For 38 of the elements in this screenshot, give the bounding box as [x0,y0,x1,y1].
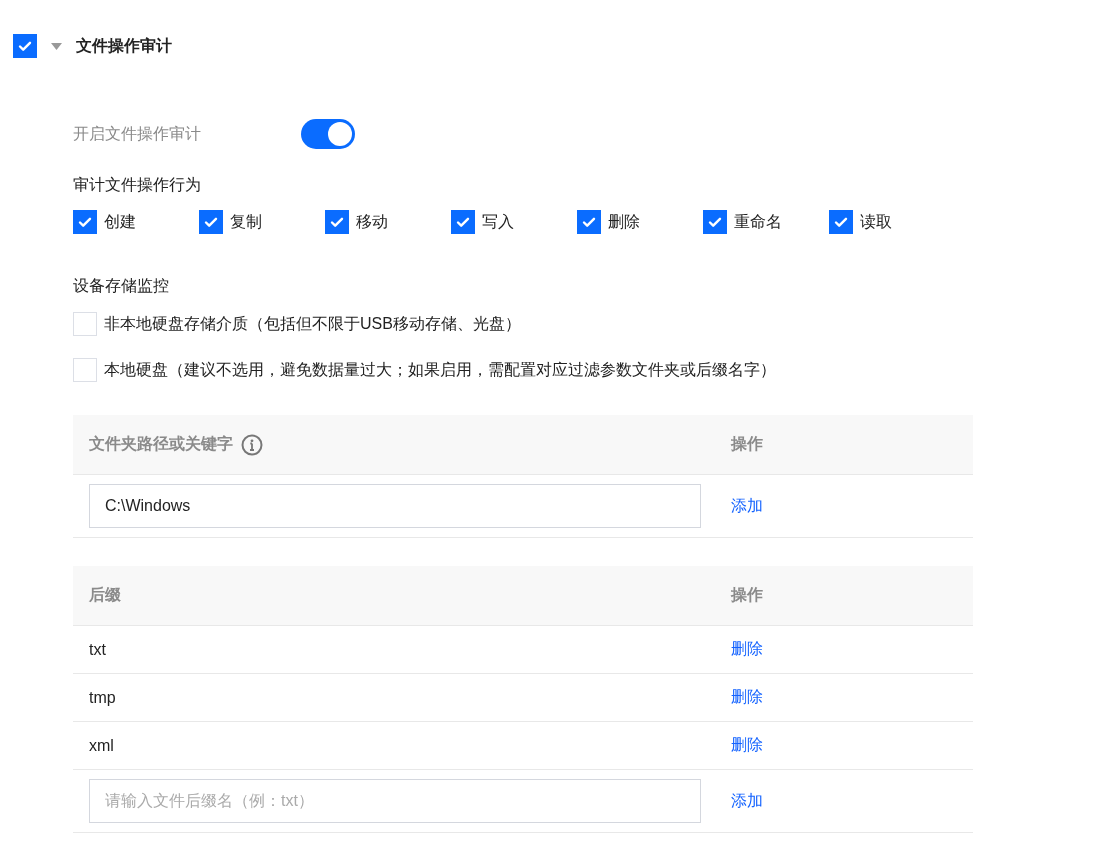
section-title: 文件操作审计 [76,35,172,56]
checkbox[interactable] [829,210,853,234]
group-title: 设备存储监控 [73,276,170,296]
checkbox[interactable] [73,210,97,234]
checkbox[interactable] [577,210,601,234]
checkbox[interactable] [199,210,223,234]
checkbox[interactable] [451,210,475,234]
column-header: 操作 [731,435,763,452]
add-link[interactable]: 添加 [731,496,763,514]
checkbox-label: 移动 [356,211,388,232]
column-header: 后缀 [89,586,121,603]
caret-down-icon[interactable] [51,42,62,50]
input-field[interactable]: 请输入文件后缀名（例：txt） [89,779,701,823]
group-title: 审计文件操作行为 [73,175,202,195]
toggle-label: 开启文件操作审计 [73,123,202,144]
add-link[interactable]: 添加 [731,791,763,809]
checkbox[interactable] [703,210,727,234]
checkbox-label: 本地硬盘（建议不选用，避免数据量过大；如果启用，需配置对应过滤参数文件夹或后缀名字） [104,359,776,380]
suffix-text: xml [89,736,114,754]
input-field[interactable]: C:\Windows [89,484,701,528]
checkbox-label: 重命名 [734,211,782,232]
checkbox[interactable] [325,210,349,234]
checkbox-label: 写入 [482,211,514,232]
checkbox[interactable] [13,34,37,58]
checkbox-label: 复制 [230,211,262,232]
toggle-switch[interactable] [301,119,355,149]
delete-link[interactable]: 删除 [731,640,763,657]
checkbox-label: 读取 [860,211,892,232]
column-header: 文件夹路径或关键字 [89,434,233,454]
info-icon[interactable] [241,433,263,456]
delete-link[interactable]: 删除 [731,688,763,705]
checkbox-label: 非本地硬盘存储介质（包括但不限于USB移动存储、光盘） [104,313,521,334]
delete-link[interactable]: 删除 [731,736,763,753]
suffix-text: txt [89,640,106,658]
checkbox-label: 删除 [608,211,640,232]
checkbox-label: 创建 [104,211,136,232]
column-header: 操作 [731,586,763,603]
suffix-text: tmp [89,688,116,706]
